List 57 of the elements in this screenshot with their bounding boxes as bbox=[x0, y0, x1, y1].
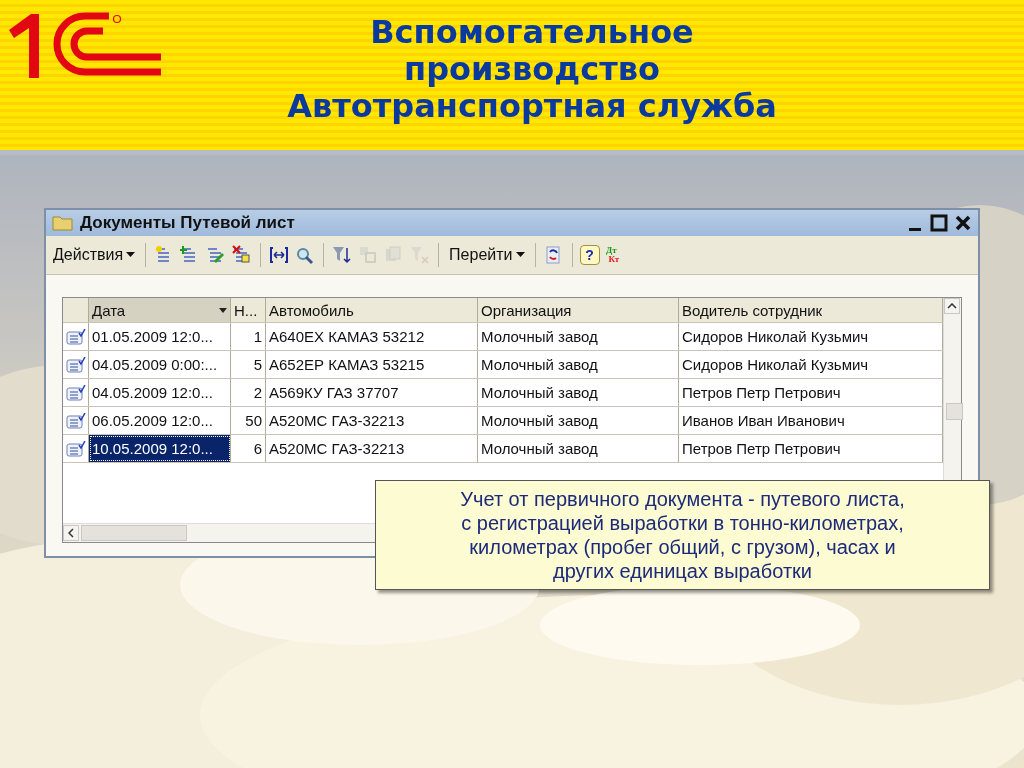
table-cell: Молочный завод bbox=[478, 435, 679, 462]
table-cell: Молочный завод bbox=[478, 351, 679, 378]
accounting-button[interactable]: Дт Кт bbox=[603, 246, 620, 264]
slide-title: Автотранспортная служба bbox=[287, 88, 777, 125]
caret-icon bbox=[126, 252, 136, 258]
table-cell: А569КУ ГАЗ 37707 bbox=[266, 379, 478, 406]
filter-clear-icon bbox=[410, 245, 431, 265]
document-check-icon bbox=[65, 412, 86, 429]
table-cell: 2 bbox=[231, 379, 266, 406]
filter-button[interactable] bbox=[331, 244, 354, 266]
pencil-icon bbox=[206, 245, 227, 265]
search-icon bbox=[295, 245, 316, 265]
table-cell: А520МС ГАЗ-32213 bbox=[266, 435, 478, 462]
maximize-icon[interactable] bbox=[930, 214, 948, 232]
document-check-icon bbox=[65, 384, 86, 401]
table-cell: А640ЕХ КАМАЗ 53212 bbox=[266, 323, 478, 350]
table-cell: 50 bbox=[231, 407, 266, 434]
scrollbar-thumb[interactable] bbox=[81, 525, 187, 541]
table-cell: 5 bbox=[231, 351, 266, 378]
slide-title: производство bbox=[404, 51, 660, 88]
column-header[interactable]: Автомобиль bbox=[266, 298, 478, 322]
table-cell: Молочный завод bbox=[478, 379, 679, 406]
window-title: Документы Путевой лист bbox=[80, 213, 296, 233]
caret-icon bbox=[515, 252, 525, 258]
document-check-icon bbox=[65, 356, 86, 373]
slide-title: Вспомогательное bbox=[370, 14, 694, 51]
brackets-arrow-button[interactable] bbox=[268, 244, 291, 266]
column-header[interactable]: Н... bbox=[231, 298, 266, 322]
scroll-left-icon[interactable] bbox=[68, 528, 74, 538]
table-cell: Молочный завод bbox=[478, 323, 679, 350]
folder-icon bbox=[52, 215, 74, 231]
close-icon[interactable] bbox=[954, 214, 972, 232]
document-check-icon bbox=[65, 328, 86, 345]
scroll-up-icon[interactable] bbox=[947, 303, 957, 309]
hierarchy-icon bbox=[358, 245, 379, 265]
column-header[interactable]: Организация bbox=[478, 298, 679, 322]
table-cell: Молочный завод bbox=[478, 407, 679, 434]
table-cell: 10.05.2009 12:0... bbox=[89, 435, 231, 462]
delete-mark-icon bbox=[232, 245, 253, 265]
table-cell: А520МС ГАЗ-32213 bbox=[266, 407, 478, 434]
table-cell: 6 bbox=[231, 435, 266, 462]
table-cell: 01.05.2009 12:0... bbox=[89, 323, 231, 350]
table-cell: 06.05.2009 12:0... bbox=[89, 407, 231, 434]
table-cell: 04.05.2009 0:00:... bbox=[89, 351, 231, 378]
table-cell: 04.05.2009 12:0... bbox=[89, 379, 231, 406]
help-button[interactable]: ? bbox=[579, 245, 600, 265]
brackets-arrow-icon bbox=[269, 245, 290, 265]
table-cell: 1 bbox=[231, 323, 266, 350]
menu-button[interactable]: Перейти bbox=[446, 244, 528, 266]
document-check-icon bbox=[65, 440, 86, 457]
filter-icon bbox=[332, 245, 353, 265]
callout-text: Учет от первичного документа - путевого листа, с регистрацией выработки в тонно-километрах, километрах (пробег общий, с грузом), часах и других единицах выработки bbox=[460, 487, 905, 583]
column-header[interactable]: Дата bbox=[89, 298, 231, 322]
sort-icon bbox=[219, 307, 227, 313]
scrollbar-thumb[interactable] bbox=[946, 403, 963, 420]
menu-button[interactable]: Действия bbox=[50, 244, 139, 266]
table-cell: А652ЕР КАМАЗ 53215 bbox=[266, 351, 478, 378]
